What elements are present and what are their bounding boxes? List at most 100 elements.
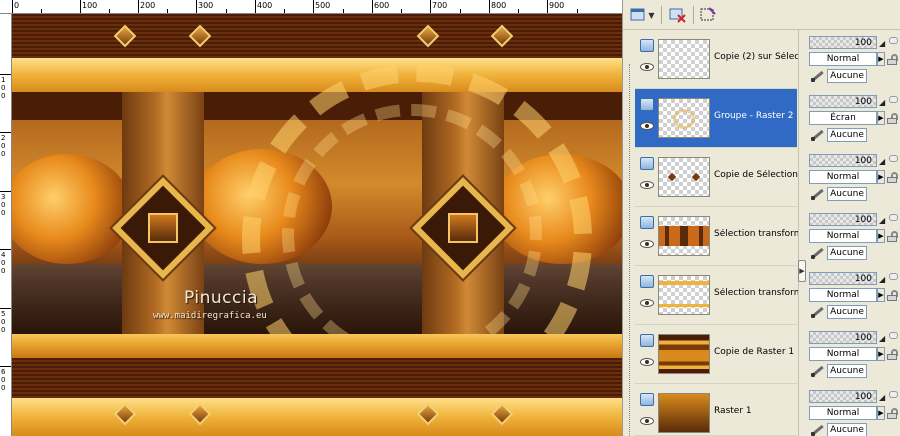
link-icon[interactable] [889,391,898,398]
blend-mode-select[interactable]: Normal [809,229,877,243]
chevron-right-icon[interactable]: ▶ [877,406,885,420]
canvas-gold-band [12,334,622,358]
ruler-label: 200 [140,1,156,10]
ruler-vertical: 1 0 0 2 0 0 3 0 0 4 0 0 5 0 0 6 0 0 [0,14,12,436]
slider-arrow-icon[interactable]: ◢ [879,39,885,48]
brush-icon [811,365,825,377]
opacity-slider[interactable]: 100 [809,36,877,49]
blend-mode-select[interactable]: Normal [809,52,877,66]
chevron-right-icon[interactable]: ▶ [877,229,885,243]
layers-toolbar: ▼ [623,0,900,30]
ruler-label: 600 [374,1,390,10]
opacity-slider[interactable]: 100 [809,154,877,167]
layer-row[interactable]: Copie de Raster 1 [635,325,797,384]
visibility-eye-icon[interactable] [640,63,654,71]
opacity-value: 100 [854,274,872,284]
link-icon[interactable] [889,96,898,103]
visibility-eye-icon[interactable] [640,181,654,189]
chevron-right-icon[interactable]: ▶ [877,347,885,361]
link-icon[interactable] [889,214,898,221]
brush-icon [811,129,825,141]
chevron-down-icon: ▼ [648,10,655,20]
mask-group-field[interactable]: Aucune [827,187,867,201]
opacity-slider[interactable]: 100 [809,331,877,344]
link-icon[interactable] [889,155,898,162]
visibility-eye-icon[interactable] [640,122,654,130]
layer-thumbnail [658,393,710,433]
ruler-label: 400 [257,1,273,10]
slider-arrow-icon[interactable]: ◢ [879,393,885,402]
chevron-right-icon[interactable]: ▶ [877,111,885,125]
lock-icon[interactable] [887,290,899,301]
slider-arrow-icon[interactable]: ◢ [879,216,885,225]
ruler-label: 500 [315,1,331,10]
image-canvas[interactable]: Pinuccia www.maidiregrafica.eu [12,14,622,436]
chevron-right-icon[interactable]: ▶ [877,288,885,302]
layer-properties: 100 ◢ Normal ▶ Aucune 100 ◢ Écran ▶ Aucu… [807,30,900,436]
lock-icon[interactable] [887,231,899,242]
ruler-label: 5 0 0 [1,310,6,334]
layer-name: Sélection transformé [714,288,799,298]
lock-icon[interactable] [887,408,899,419]
mask-group-field[interactable]: Aucune [827,364,867,378]
layer-add-icon [630,8,645,21]
panel-splitter[interactable] [798,30,806,436]
slider-arrow-icon[interactable]: ◢ [879,157,885,166]
opacity-value: 100 [854,38,872,48]
raster-layer-icon [640,393,654,406]
select-mask-button[interactable] [697,4,719,26]
layer-row[interactable]: Groupe - Raster 2 [635,89,797,148]
slider-arrow-icon[interactable]: ◢ [879,275,885,284]
mask-group-field[interactable]: Aucune [827,246,867,260]
blend-mode-select[interactable]: Normal [809,347,877,361]
link-icon[interactable] [889,273,898,280]
lock-icon[interactable] [887,113,899,124]
layer-row[interactable]: Copie (2) sur Sélection [635,30,799,89]
layer-row[interactable]: Copie de Sélection tr [635,148,799,207]
chevron-right-icon[interactable]: ▶ [877,170,885,184]
layer-properties-row: 100 ◢ Normal ▶ Aucune [807,148,900,207]
visibility-eye-icon[interactable] [640,299,654,307]
blend-mode-select[interactable]: Normal [809,406,877,420]
layer-properties-row: 100 ◢ Normal ▶ Aucune [807,325,900,384]
blend-mode-select[interactable]: Écran [809,111,877,125]
lock-icon[interactable] [887,54,899,65]
opacity-slider[interactable]: 100 [809,95,877,108]
visibility-eye-icon[interactable] [640,358,654,366]
link-icon[interactable] [889,37,898,44]
new-layer-button[interactable]: ▼ [627,4,657,26]
layer-row[interactable]: Sélection transformé [635,266,799,325]
ruler-label: 900 [549,1,565,10]
layer-name: Copie (2) sur Sélection [714,52,799,62]
opacity-slider[interactable]: 100 [809,272,877,285]
splitter-grip[interactable]: ▶ [798,260,806,282]
mask-group-field[interactable]: Aucune [827,305,867,319]
visibility-eye-icon[interactable] [640,417,654,425]
slider-arrow-icon[interactable]: ◢ [879,334,885,343]
opacity-slider[interactable]: 100 [809,390,877,403]
link-icon[interactable] [889,332,898,339]
slider-arrow-icon[interactable]: ◢ [879,98,885,107]
layer-properties-row: 100 ◢ Écran ▶ Aucune [807,89,900,148]
layer-row[interactable]: Raster 1 [635,384,797,436]
layers-palette: ▼ Copie (2) sur Sélec Groupe - Raster 2 … [622,0,900,436]
mask-group-field[interactable]: Aucune [827,423,867,436]
ruler-label: 6 0 0 [1,368,6,392]
layer-name: Raster 1 [714,406,752,416]
delete-layer-button[interactable] [667,4,689,26]
opacity-value: 100 [854,392,872,402]
blend-mode-select[interactable]: Normal [809,170,877,184]
mask-group-field[interactable]: Aucune [827,69,867,83]
layer-row[interactable]: Sélection transformé [635,207,799,266]
chevron-right-icon[interactable]: ▶ [877,52,885,66]
visibility-eye-icon[interactable] [640,240,654,248]
ruler-label: 1 0 0 [1,76,6,100]
blend-mode-select[interactable]: Normal [809,288,877,302]
raster-layer-icon [640,98,654,111]
mask-group-field[interactable]: Aucune [827,128,867,142]
lock-icon[interactable] [887,349,899,360]
lock-icon[interactable] [887,172,899,183]
ruler-label: 100 [82,1,98,10]
opacity-slider[interactable]: 100 [809,213,877,226]
ruler-label: 800 [491,1,507,10]
